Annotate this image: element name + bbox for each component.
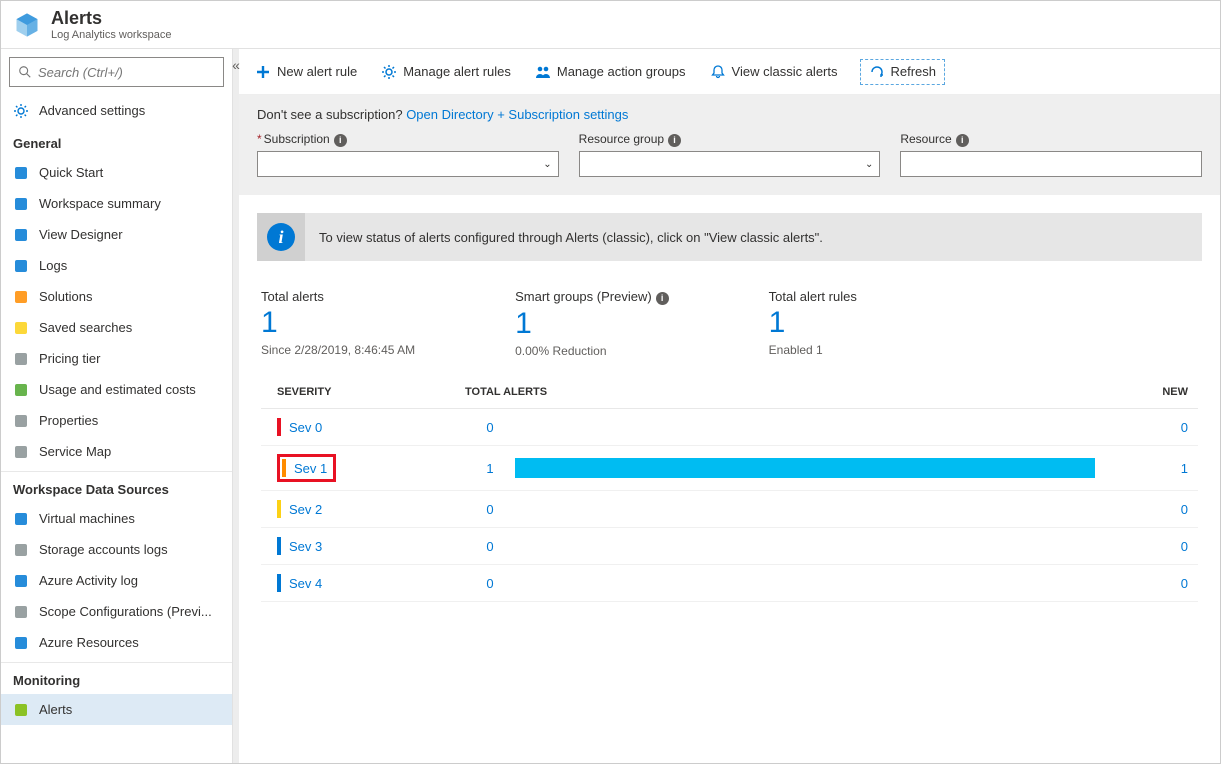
sidebar-item-logs[interactable]: Logs	[1, 250, 232, 281]
storage-icon	[13, 542, 29, 558]
info-icon[interactable]: i	[956, 134, 969, 147]
gear-icon	[13, 103, 29, 119]
sidebar-item-saved-searches[interactable]: Saved searches	[1, 312, 232, 343]
main-content: New alert rule Manage alert rules Manage…	[233, 49, 1220, 763]
resource-dropdown[interactable]	[900, 151, 1202, 177]
filter-bar: Don't see a subscription? Open Directory…	[239, 95, 1220, 195]
severity-link[interactable]: Sev 0	[289, 420, 322, 435]
total-alerts-stat[interactable]: Total alerts 1 Since 2/28/2019, 8:46:45 …	[261, 289, 415, 358]
severity-row-sev-0[interactable]: Sev 000	[261, 409, 1198, 446]
severity-bar	[515, 458, 1095, 478]
activity-icon	[13, 573, 29, 589]
smart-groups-stat[interactable]: Smart groups (Preview)i 1 0.00% Reductio…	[515, 289, 669, 358]
map-icon	[13, 444, 29, 460]
sidebar-item-storage-accounts-logs[interactable]: Storage accounts logs	[1, 534, 232, 565]
severity-row-sev-4[interactable]: Sev 400	[261, 565, 1198, 602]
refresh-button[interactable]: Refresh	[860, 59, 946, 85]
resource-group-dropdown[interactable]: ⌄	[579, 151, 881, 177]
manage-alert-rules-button[interactable]: Manage alert rules	[379, 60, 513, 84]
sidebar-item-view-designer[interactable]: View Designer	[1, 219, 232, 250]
search-icon	[18, 65, 32, 79]
severity-link[interactable]: Sev 4	[289, 576, 322, 591]
cube-icon	[13, 11, 41, 39]
designer-icon	[13, 227, 29, 243]
info-banner: i To view status of alerts configured th…	[257, 213, 1202, 261]
plus-icon	[255, 64, 271, 80]
severity-tick	[277, 537, 281, 555]
page-title: Alerts	[51, 8, 171, 29]
sidebar-item-pricing-tier[interactable]: Pricing tier	[1, 343, 232, 374]
highlight-box: Sev 1	[277, 454, 336, 482]
scope-icon	[13, 604, 29, 620]
gear-icon	[381, 64, 397, 80]
severity-link[interactable]: Sev 1	[294, 461, 327, 476]
filter-note: Don't see a subscription? Open Directory…	[257, 107, 1202, 122]
view-classic-alerts-button[interactable]: View classic alerts	[708, 60, 840, 84]
info-icon[interactable]: i	[656, 292, 669, 305]
manage-action-groups-button[interactable]: Manage action groups	[533, 60, 688, 84]
refresh-icon	[869, 64, 885, 80]
info-icon: i	[267, 223, 295, 251]
severity-tick	[277, 574, 281, 592]
sidebar-item-quick-start[interactable]: Quick Start	[1, 157, 232, 188]
sidebar-item-azure-resources[interactable]: Azure Resources	[1, 627, 232, 658]
info-icon[interactable]: i	[334, 134, 347, 147]
sidebar-item-workspace-summary[interactable]: Workspace summary	[1, 188, 232, 219]
sidebar-section-header: General	[1, 126, 232, 157]
total-rules-stat[interactable]: Total alert rules 1 Enabled 1	[769, 289, 857, 358]
sidebar-item-virtual-machines[interactable]: Virtual machines	[1, 503, 232, 534]
title-bar: Alerts Log Analytics workspace	[1, 1, 1220, 49]
alert-icon	[13, 702, 29, 718]
sidebar-item-alerts[interactable]: Alerts	[1, 694, 232, 725]
toolbar: New alert rule Manage alert rules Manage…	[239, 49, 1220, 95]
sidebar-section-header: Workspace Data Sources	[1, 471, 232, 503]
subscription-dropdown[interactable]: ⌄	[257, 151, 559, 177]
severity-row-sev-2[interactable]: Sev 200	[261, 491, 1198, 528]
advanced-settings-item[interactable]: Advanced settings	[1, 95, 232, 126]
bars-icon	[13, 351, 29, 367]
stats-row: Total alerts 1 Since 2/28/2019, 8:46:45 …	[239, 279, 1220, 376]
sidebar-section-header: Monitoring	[1, 662, 232, 694]
people-icon	[535, 64, 551, 80]
chevron-down-icon: ⌄	[865, 159, 873, 170]
search-input[interactable]: Search (Ctrl+/)	[9, 57, 224, 87]
sidebar-item-properties[interactable]: Properties	[1, 405, 232, 436]
severity-link[interactable]: Sev 2	[289, 502, 322, 517]
severity-tick	[277, 500, 281, 518]
cube-icon	[13, 635, 29, 651]
new-alert-rule-button[interactable]: New alert rule	[253, 60, 359, 84]
severity-link[interactable]: Sev 3	[289, 539, 322, 554]
sidebar: « Search (Ctrl+/) Advanced settingsGener…	[1, 49, 233, 763]
page-subtitle: Log Analytics workspace	[51, 29, 171, 41]
sidebar-item-usage-and-estimated-costs[interactable]: Usage and estimated costs	[1, 374, 232, 405]
severity-row-sev-3[interactable]: Sev 300	[261, 528, 1198, 565]
sidebar-item-scope-configurations-previ[interactable]: Scope Configurations (Previ...	[1, 596, 232, 627]
bell-icon	[710, 64, 726, 80]
severity-table: SEVERITY TOTAL ALERTS NEW Sev 000Sev 111…	[261, 376, 1198, 602]
bars-icon	[13, 413, 29, 429]
chevron-down-icon: ⌄	[543, 159, 551, 170]
table-header: SEVERITY TOTAL ALERTS NEW	[261, 376, 1198, 409]
severity-tick	[277, 418, 281, 436]
usage-icon	[13, 382, 29, 398]
info-icon[interactable]: i	[668, 134, 681, 147]
severity-row-sev-1[interactable]: Sev 111	[261, 446, 1198, 491]
sidebar-item-solutions[interactable]: Solutions	[1, 281, 232, 312]
collapse-sidebar-button[interactable]: «	[226, 57, 246, 73]
summary-icon	[13, 196, 29, 212]
cloud-icon	[13, 165, 29, 181]
severity-tick	[282, 459, 286, 477]
sidebar-item-azure-activity-log[interactable]: Azure Activity log	[1, 565, 232, 596]
open-directory-link[interactable]: Open Directory + Subscription settings	[406, 107, 628, 122]
vm-icon	[13, 511, 29, 527]
sidebar-item-service-map[interactable]: Service Map	[1, 436, 232, 467]
logs-icon	[13, 258, 29, 274]
star-icon	[13, 320, 29, 336]
solutions-icon	[13, 289, 29, 305]
